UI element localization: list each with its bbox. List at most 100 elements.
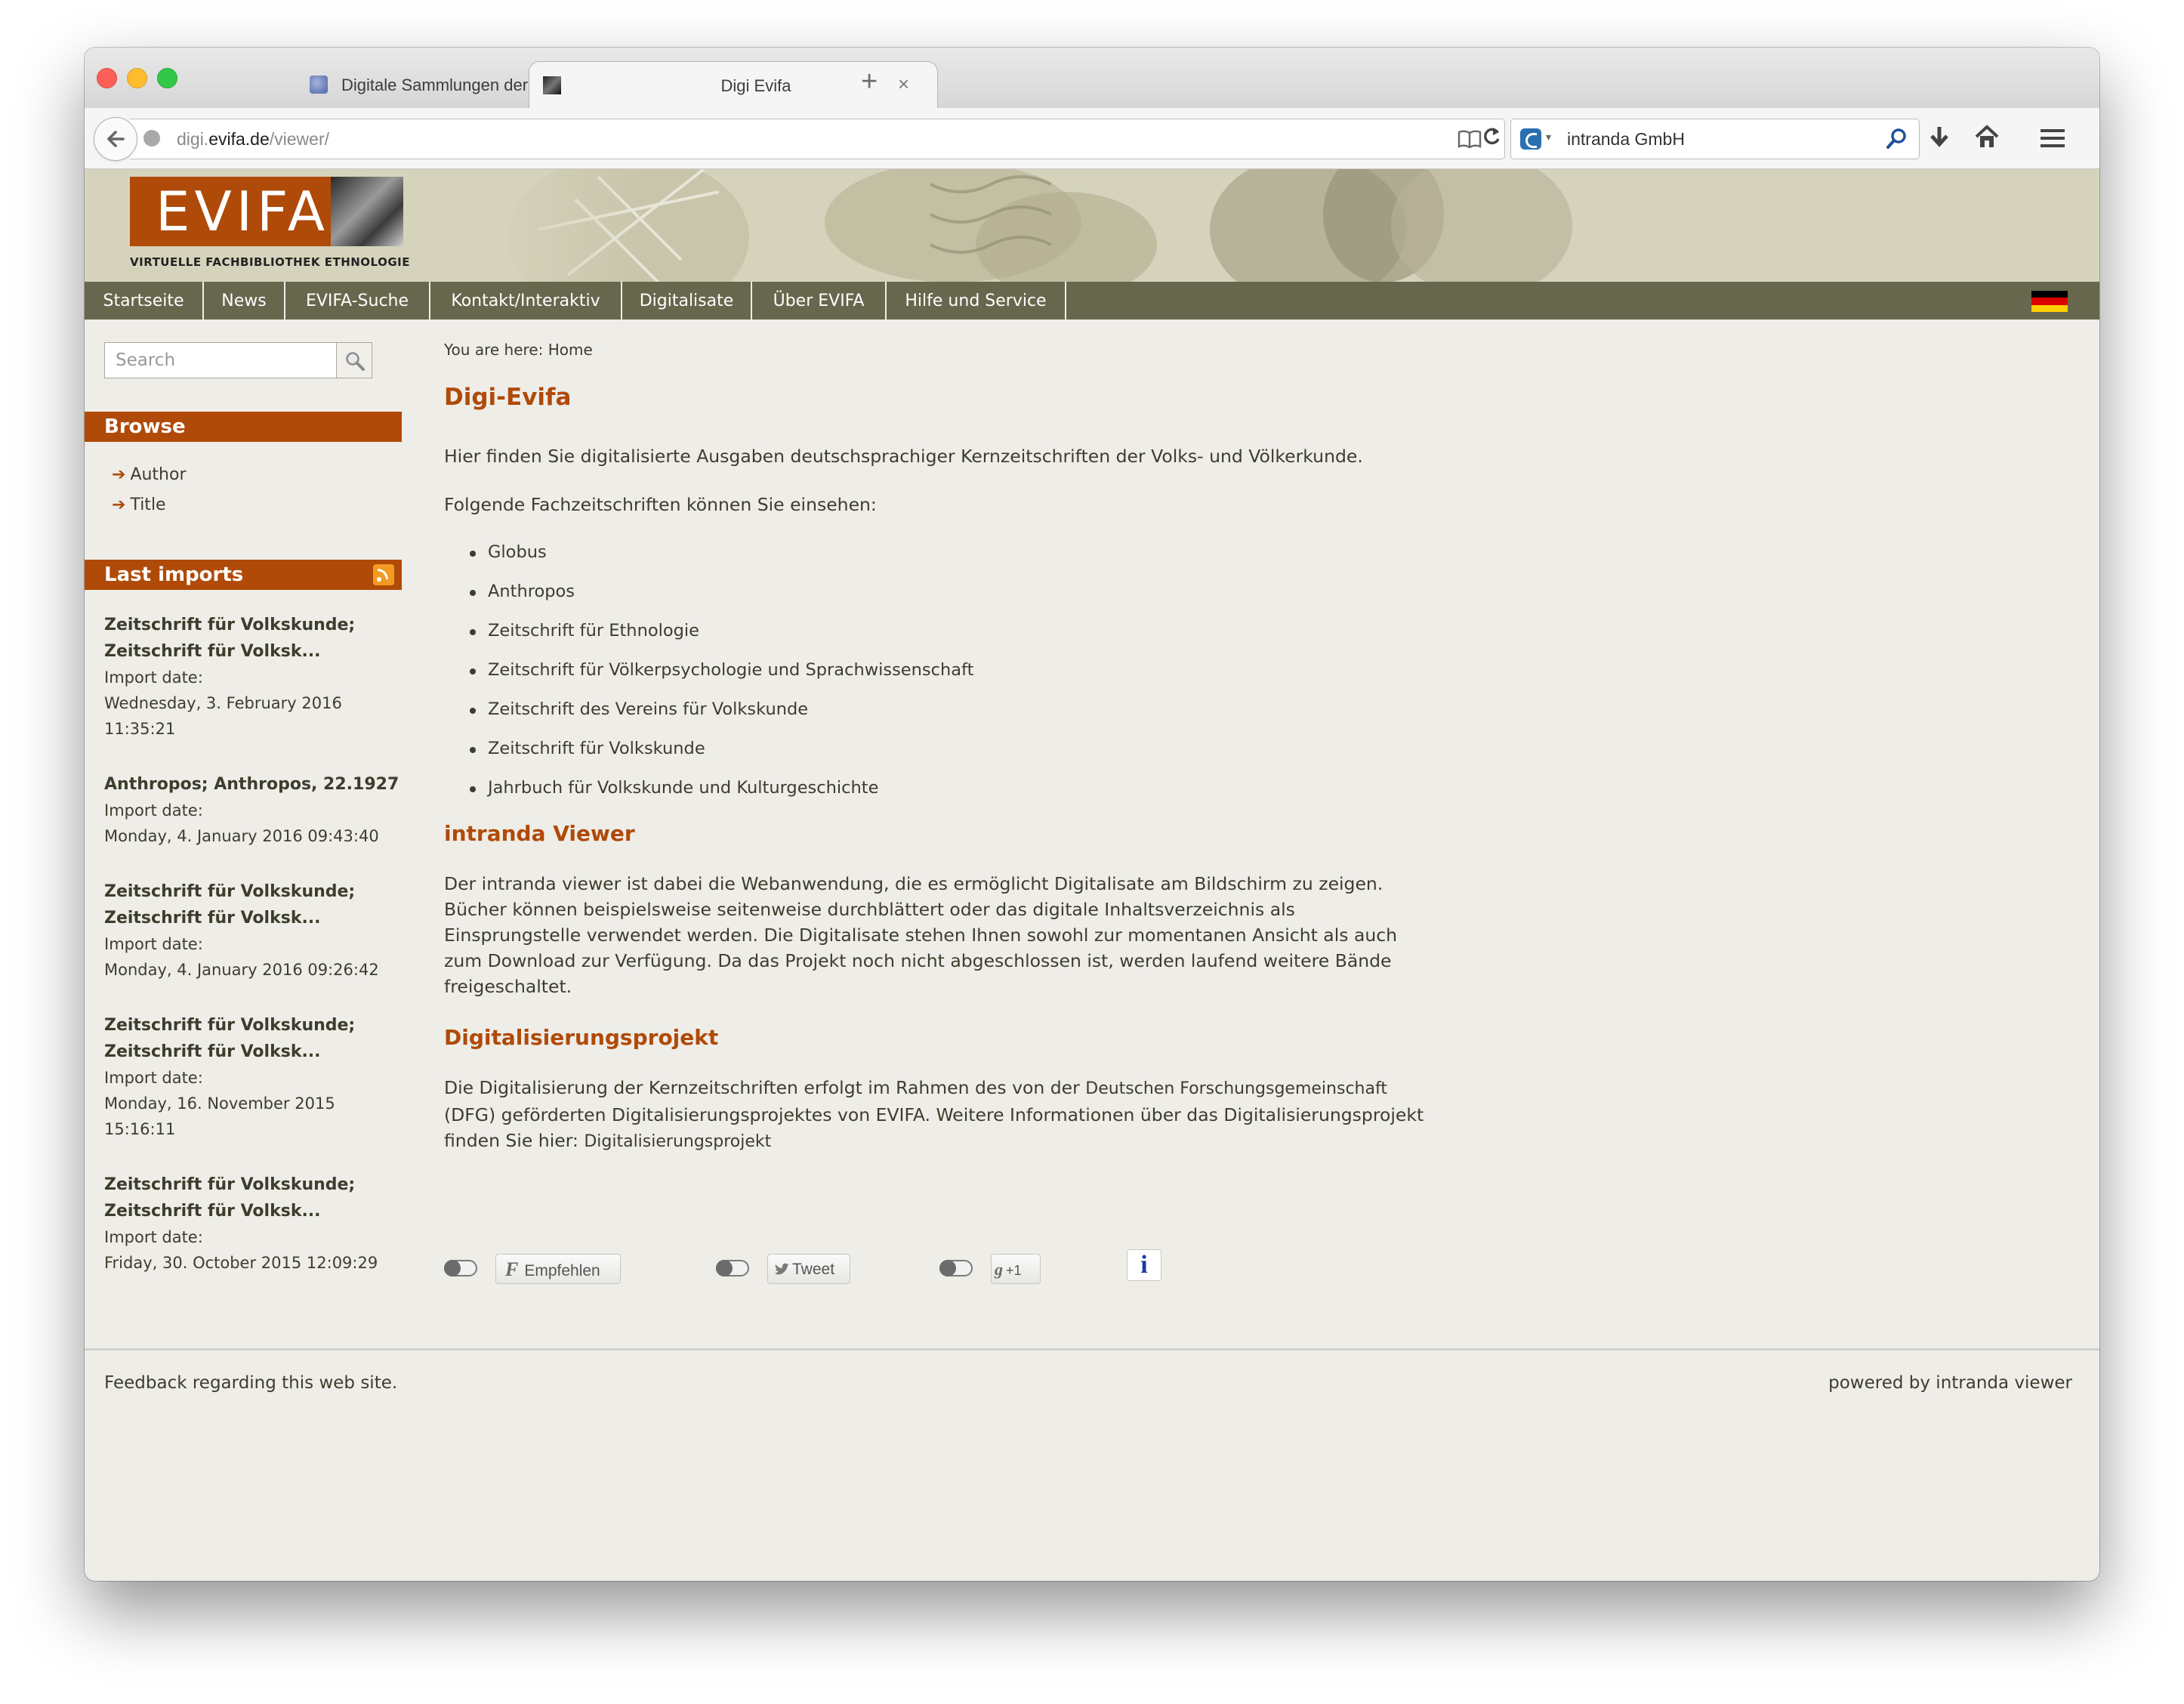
- gplus-button-label: +1: [1006, 1263, 1022, 1278]
- facebook-privacy-toggle[interactable]: [444, 1260, 477, 1276]
- import-title[interactable]: Zeitschrift für Volkskunde; Zeitschrift f…: [104, 612, 406, 665]
- main-navigation: Startseite News EVIFA-Suche Kontakt/Inte…: [85, 282, 2099, 320]
- evifa-favicon-icon: [543, 76, 561, 94]
- web-search-bar[interactable]: ▾ intranda GmbH: [1510, 119, 1920, 159]
- bullet-icon: [470, 747, 476, 753]
- feedback-link[interactable]: Feedback regarding this web site.: [104, 1373, 397, 1393]
- tab-bar: Digitale Sammlungen der Univ... × Digi E…: [85, 48, 2099, 109]
- address-bar[interactable]: digi.evifa.de/viewer/: [130, 119, 1505, 159]
- bullet-icon: [470, 629, 476, 635]
- chevron-down-icon[interactable]: ▾: [1546, 131, 1551, 144]
- journal-label: Jahrbuch für Volkskunde und Kulturgeschi…: [488, 778, 879, 798]
- import-time: 15:16:11: [104, 1120, 176, 1138]
- import-date-label: Import date:: [104, 935, 203, 953]
- import-title[interactable]: Anthropos; Anthropos, 22.1927: [104, 771, 406, 798]
- nav-item-evifa-suche[interactable]: EVIFA-Suche: [285, 282, 430, 320]
- import-date: Monday, 4. January 2016 09:43:40: [104, 827, 379, 845]
- journal-item-jahrbuch[interactable]: Jahrbuch für Volkskunde und Kulturgeschi…: [470, 778, 879, 798]
- import-date: Monday, 4. January 2016 09:26:42: [104, 961, 379, 979]
- project-link[interactable]: Digitalisierungsprojekt: [584, 1132, 771, 1151]
- twitter-privacy-toggle[interactable]: [716, 1260, 749, 1276]
- nav-item-hilfe-und-service[interactable]: Hilfe und Service: [887, 282, 1066, 320]
- import-title-line: Zeitschrift für Volkskunde;: [104, 616, 356, 634]
- zoom-window-button[interactable]: [157, 68, 177, 88]
- evifa-logo[interactable]: EVIFA: [130, 177, 403, 246]
- journal-item-verein-volkskunde[interactable]: Zeitschrift des Vereins für Volkskunde: [470, 699, 808, 719]
- nav-item-digitalisate[interactable]: Digitalisate: [622, 282, 752, 320]
- url-path: /viewer/: [269, 129, 330, 149]
- magnifier-icon: [346, 352, 365, 371]
- viewer-heading: intranda Viewer: [444, 821, 635, 846]
- journal-label: Zeitschrift für Ethnologie: [488, 621, 699, 641]
- magnifier-icon[interactable]: [1884, 127, 1908, 151]
- journal-item-volkskunde[interactable]: Zeitschrift für Volkskunde: [470, 739, 705, 758]
- import-item: Anthropos; Anthropos, 22.1927 Import dat…: [104, 771, 406, 849]
- browse-link-title[interactable]: ➔ Title: [112, 495, 166, 514]
- search-button[interactable]: [336, 342, 372, 378]
- project-text-part: Die Digitalisierung der Kernzeitschrifte…: [444, 1077, 1086, 1098]
- import-title[interactable]: Zeitschrift für Volkskunde; Zeitschrift f…: [104, 1172, 406, 1224]
- site-identity-icon[interactable]: [143, 130, 160, 147]
- powered-by-link[interactable]: powered by intranda viewer: [1828, 1373, 2072, 1393]
- nav-item-ueber-evifa[interactable]: Über EVIFA: [752, 282, 887, 320]
- journal-item-anthropos[interactable]: Anthropos: [470, 582, 575, 601]
- browse-link-author[interactable]: ➔ Author: [112, 465, 187, 484]
- import-title-line: Zeitschrift für Volksk...: [104, 642, 321, 661]
- nav-item-startseite[interactable]: Startseite: [85, 282, 204, 320]
- browser-window: Digitale Sammlungen der Univ... × Digi E…: [85, 48, 2099, 1581]
- breadcrumb[interactable]: You are here: Home: [444, 341, 593, 359]
- last-imports-heading-label: Last imports: [104, 563, 244, 586]
- rss-feed-icon[interactable]: [373, 564, 394, 585]
- tab-close-icon[interactable]: ×: [898, 73, 909, 95]
- dfg-link[interactable]: Deutschen Forschungsgemeinschaft: [1085, 1079, 1387, 1098]
- reload-icon[interactable]: [1470, 116, 1513, 156]
- bullet-icon: [470, 786, 476, 792]
- bullet-icon: [470, 590, 476, 596]
- journal-item-voelkerpsychologie[interactable]: Zeitschrift für Völkerpsychologie und Sp…: [470, 660, 973, 680]
- import-title[interactable]: Zeitschrift für Volkskunde; Zeitschrift f…: [104, 1012, 406, 1065]
- browse-link-label: Author: [130, 465, 187, 484]
- facebook-button-label: Empfehlen: [524, 1262, 600, 1280]
- close-window-button[interactable]: [97, 68, 117, 88]
- nav-item-kontakt[interactable]: Kontakt/Interaktiv: [430, 282, 622, 320]
- download-icon[interactable]: [1927, 125, 1951, 150]
- gplus-button[interactable]: g +1: [991, 1254, 1041, 1284]
- search-engine-icon[interactable]: [1520, 128, 1541, 150]
- search-engine-text[interactable]: intranda GmbH: [1567, 129, 1685, 150]
- intro-text: Hier finden Sie digitalisierte Ausgaben …: [444, 446, 1363, 467]
- import-title[interactable]: Zeitschrift für Volkskunde; Zeitschrift f…: [104, 878, 406, 931]
- journal-item-globus[interactable]: Globus: [470, 542, 547, 562]
- de-flag-icon[interactable]: [2031, 291, 2068, 312]
- search-input[interactable]: [104, 342, 337, 378]
- import-item: Zeitschrift für Volkskunde; Zeitschrift f…: [104, 878, 406, 983]
- minimize-window-button[interactable]: [127, 68, 147, 88]
- tweet-button[interactable]: Tweet: [767, 1254, 850, 1284]
- import-title-line: Anthropos; Anthropos, 22.1927: [104, 775, 399, 794]
- home-icon[interactable]: [1974, 125, 2000, 149]
- info-icon[interactable]: i: [1127, 1249, 1161, 1281]
- import-item: Zeitschrift für Volkskunde; Zeitschrift f…: [104, 612, 406, 742]
- site-header: EVIFA VIRTUELLE FACHBIBLIOTHEK ETHNOLOGI…: [85, 169, 2099, 282]
- import-date-label: Import date:: [104, 801, 203, 820]
- nav-item-news[interactable]: News: [204, 282, 285, 320]
- new-tab-button[interactable]: +: [861, 67, 878, 96]
- bullet-icon: [470, 668, 476, 674]
- back-arrow-icon: [107, 131, 125, 147]
- url-domain: evifa.de: [208, 129, 270, 149]
- facebook-recommend-button[interactable]: F Empfehlen: [495, 1254, 621, 1284]
- footer-divider: [85, 1348, 2099, 1351]
- browse-heading: Browse: [85, 412, 402, 442]
- url-text[interactable]: digi.evifa.de/viewer/: [177, 129, 329, 150]
- import-date-label: Import date:: [104, 1228, 203, 1246]
- import-title-line: Zeitschrift für Volksk...: [104, 1042, 321, 1061]
- import-date: Wednesday, 3. February 2016: [104, 694, 342, 712]
- import-item: Zeitschrift für Volkskunde; Zeitschrift f…: [104, 1172, 406, 1276]
- hamburger-menu-icon[interactable]: [2041, 128, 2065, 149]
- twitter-bird-icon: [775, 1263, 790, 1275]
- gplus-privacy-toggle[interactable]: [939, 1260, 973, 1276]
- journal-item-ethnologie[interactable]: Zeitschrift für Ethnologie: [470, 621, 699, 641]
- journal-label: Anthropos: [488, 582, 575, 601]
- logo-image: [331, 177, 403, 246]
- import-title-line: Zeitschrift für Volkskunde;: [104, 1016, 356, 1035]
- back-button[interactable]: [94, 117, 137, 161]
